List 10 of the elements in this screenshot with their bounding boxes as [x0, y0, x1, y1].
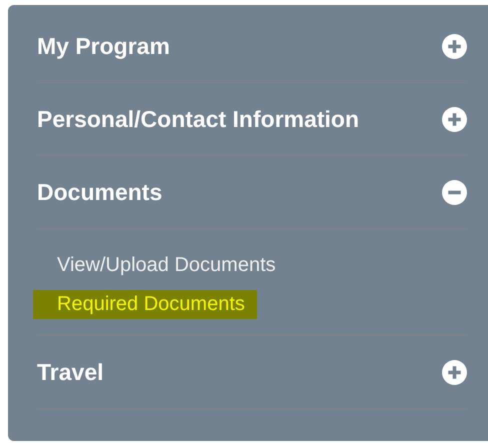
section-title[interactable]: My Program [37, 32, 170, 60]
collapse-icon[interactable] [442, 180, 467, 204]
section-title[interactable]: Documents [37, 178, 162, 206]
section-title[interactable]: Travel [37, 358, 104, 386]
expand-icon[interactable] [442, 34, 467, 58]
section-title[interactable]: Personal/Contact Information [37, 106, 360, 132]
document-link[interactable]: View/Upload Documents [45, 251, 288, 280]
expand-icon[interactable] [442, 106, 467, 132]
document-link[interactable]: Required Documents [33, 290, 257, 319]
expand-icon[interactable] [442, 360, 467, 384]
